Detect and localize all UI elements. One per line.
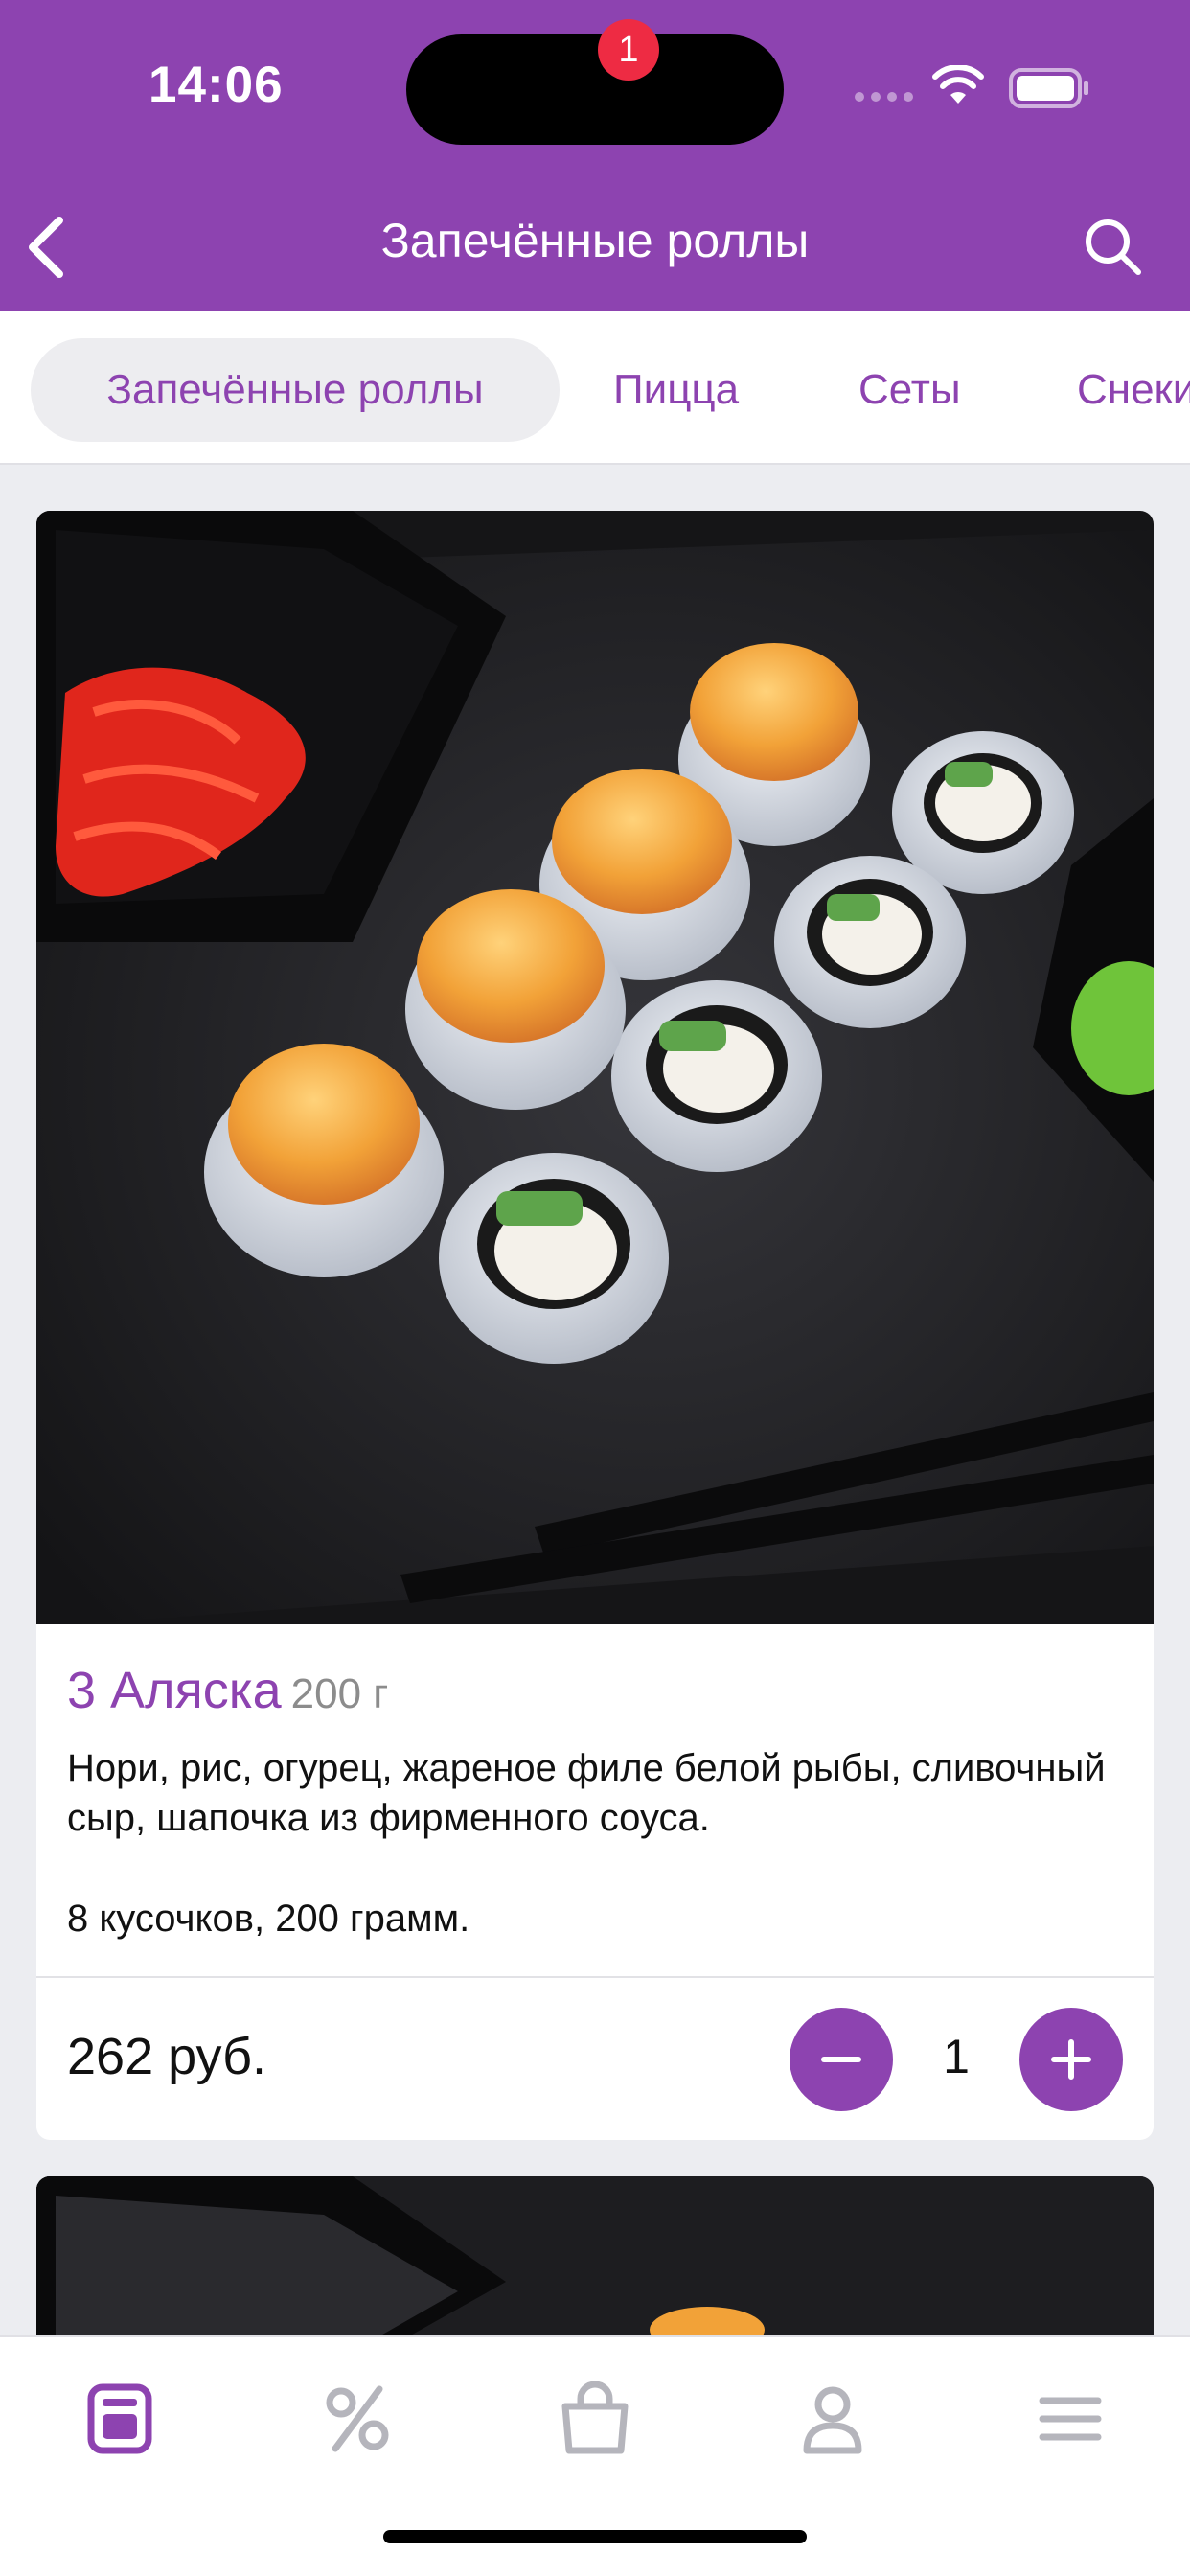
- cellular-signal-icon: [855, 92, 914, 102]
- tab-pizza[interactable]: Пицца: [613, 338, 739, 442]
- page-title: Запечённые роллы: [380, 214, 810, 267]
- product-card[interactable]: 3 Аляска 200 г Нори, рис, огурец, жареное…: [36, 511, 1154, 2140]
- percent-icon: [326, 2385, 389, 2452]
- product-pieces: 8 кусочков, 200 грамм.: [67, 1898, 470, 1940]
- tab-cart[interactable]: [552, 2376, 638, 2462]
- minus-icon: [821, 2057, 861, 2062]
- tab-profile[interactable]: [790, 2376, 876, 2462]
- increase-quantity-button[interactable]: [1019, 2008, 1123, 2111]
- wifi-icon: [932, 65, 984, 104]
- profile-icon: [803, 2386, 862, 2454]
- cart-icon: [561, 2380, 629, 2454]
- decrease-quantity-button[interactable]: [790, 2008, 893, 2111]
- product-weight: 200 г: [290, 1670, 389, 1717]
- product-name: 3 Аляска: [67, 1662, 282, 1719]
- tab-baked-rolls[interactable]: Запечённые роллы: [31, 338, 560, 442]
- tab-catalog[interactable]: [77, 2376, 163, 2462]
- home-indicator[interactable]: [383, 2530, 807, 2543]
- tab-promotions[interactable]: [314, 2376, 400, 2462]
- product-description: Нори, рис, огурец, жареное филе белой ры…: [67, 1747, 1106, 1839]
- plus-icon: [1051, 2039, 1091, 2080]
- catalog-icon: [87, 2383, 152, 2454]
- tab-menu[interactable]: [1027, 2376, 1113, 2462]
- product-price: 262 руб.: [67, 2028, 267, 2085]
- search-icon[interactable]: [1081, 215, 1144, 278]
- tab-snacks[interactable]: Снеки: [1077, 338, 1190, 442]
- cart-count-badge: 1: [598, 19, 659, 80]
- menu-icon: [1039, 2397, 1102, 2441]
- category-tabs: Запечённые роллы Пицца Сеты Снеки: [0, 311, 1190, 465]
- quantity-value: 1: [943, 2030, 970, 2083]
- status-time: 14:06: [149, 57, 284, 113]
- product-photo: [36, 511, 1154, 1624]
- tab-sets[interactable]: Сеты: [858, 338, 961, 442]
- product-title[interactable]: 3 Аляска 200 г: [67, 1661, 388, 1720]
- app-header: 14:06 Запечённые роллы: [0, 0, 1190, 311]
- battery-icon: [1009, 68, 1088, 108]
- divider: [36, 1976, 1154, 1978]
- dynamic-island: [406, 34, 784, 145]
